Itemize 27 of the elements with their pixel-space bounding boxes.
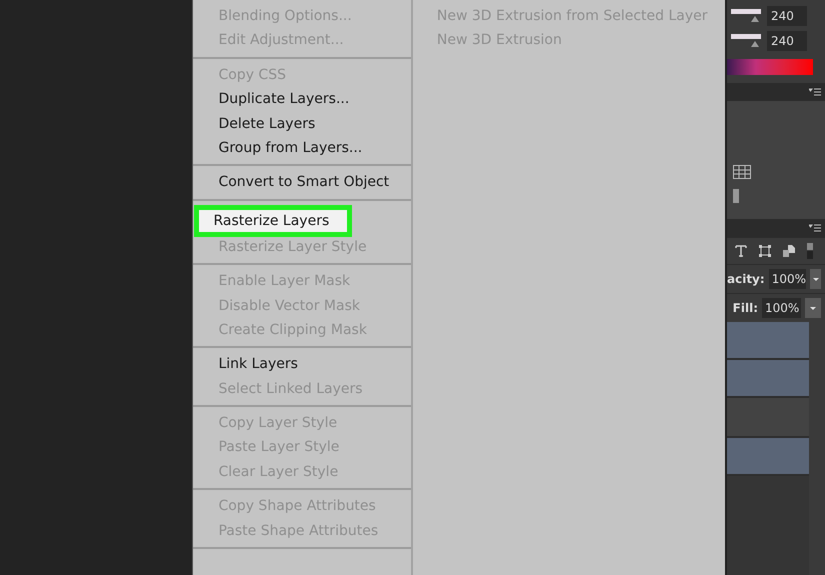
dropdown-button[interactable] [805,298,821,318]
transform-icon[interactable] [759,245,771,257]
menu-item[interactable]: Delete Layers [193,112,316,136]
menu-item[interactable]: Duplicate Layers... [193,87,350,112]
menu-item[interactable]: Convert to Smart Object [193,170,390,195]
swatch-icon[interactable] [733,189,739,203]
text-icon[interactable] [735,245,747,257]
color-ramp[interactable] [727,59,813,75]
opacity-label: acity: [727,272,765,286]
slider-track-icon[interactable] [731,34,761,48]
fill-label: Fill: [732,301,758,315]
scrollbar-icon[interactable] [807,243,813,259]
value-field[interactable]: 240 [767,30,807,50]
panel-menu-icon[interactable] [809,224,821,232]
panel-menu-icon[interactable] [809,88,821,96]
value-field[interactable]: 240 [767,6,807,26]
menu-item[interactable]: Group from Layers... [193,136,362,160]
menu-item[interactable]: Link Layers [193,352,298,377]
dropdown-button[interactable] [810,269,821,289]
slider-track-icon[interactable] [731,8,761,22]
menu-item[interactable]: Rasterize Layers [194,204,352,237]
caret-icon [812,278,818,280]
fill-field[interactable]: 100% [762,298,801,318]
caret-icon [810,306,816,310]
grid-icon[interactable] [733,165,751,179]
smart-object-icon[interactable] [783,245,795,257]
opacity-field[interactable]: 100% [768,269,806,289]
